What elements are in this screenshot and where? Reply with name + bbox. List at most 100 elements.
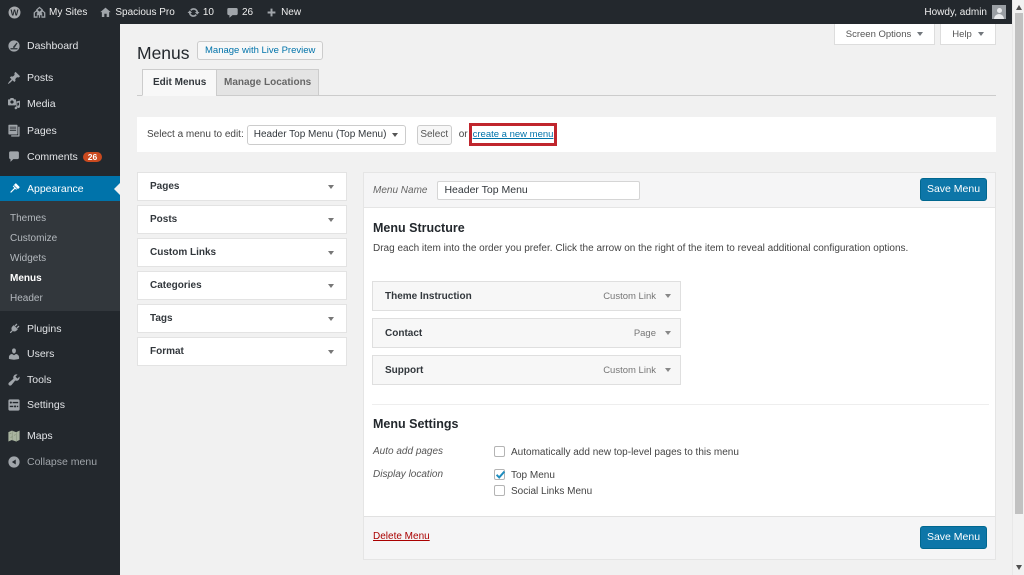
accordion-section-categories[interactable]: Categories bbox=[137, 271, 347, 300]
accordion-toggle-icon[interactable] bbox=[328, 316, 334, 321]
manage-with-live-preview-button[interactable]: Manage with Live Preview bbox=[197, 41, 324, 60]
panel-footer: Delete Menu Save Menu bbox=[364, 516, 995, 559]
user-avatar[interactable] bbox=[992, 5, 1006, 19]
sidebar-item-appearance[interactable]: Appearance bbox=[0, 176, 120, 201]
menu-editor-panel: Menu Name Save Menu Menu Structure Drag … bbox=[363, 172, 996, 560]
menu-name-label: Menu Name bbox=[373, 184, 428, 196]
accordion-toggle-icon[interactable] bbox=[328, 283, 334, 288]
sidebar-item-label: Media bbox=[27, 98, 56, 110]
sidebar-item-label: Pages bbox=[27, 125, 57, 137]
page-title: Menus bbox=[137, 43, 190, 63]
sidebar-item-tools[interactable]: Tools bbox=[0, 367, 120, 393]
sidebar-item-label: Collapse menu bbox=[27, 456, 98, 468]
menu-item-support[interactable]: Support Custom Link bbox=[372, 355, 681, 385]
sidebar-item-media[interactable]: Media bbox=[0, 91, 120, 117]
scrollbar-down-arrow-icon[interactable] bbox=[1016, 565, 1022, 570]
accordion-toggle-icon[interactable] bbox=[328, 184, 334, 189]
auto-add-pages-checkbox[interactable] bbox=[494, 446, 505, 457]
menu-item-contact[interactable]: Contact Page bbox=[372, 318, 681, 348]
menu-item-toggle-icon[interactable] bbox=[665, 368, 671, 372]
social-links-menu-checkbox[interactable] bbox=[494, 485, 505, 496]
dropdown-arrow-icon bbox=[391, 132, 398, 137]
menu-item-theme-instruction[interactable]: Theme Instruction Custom Link bbox=[372, 281, 681, 311]
dashboard-icon bbox=[7, 39, 21, 53]
site-menu[interactable]: Spacious Pro bbox=[93, 0, 180, 24]
menu-item-toggle-icon[interactable] bbox=[665, 331, 671, 335]
menu-structure-title: Menu Structure bbox=[373, 221, 465, 235]
sidebar-item-label: Dashboard bbox=[27, 40, 79, 52]
sidebar-collapse-menu[interactable]: Collapse menu bbox=[0, 449, 120, 475]
tab-manage-locations[interactable]: Manage Locations bbox=[216, 69, 320, 96]
menu-item-type: Custom Link bbox=[603, 364, 656, 376]
accordion-section-format[interactable]: Format bbox=[137, 337, 347, 366]
top-menu-option-label: Top Menu bbox=[511, 470, 555, 481]
accordion-toggle-icon[interactable] bbox=[328, 349, 334, 354]
submenu-item-customize[interactable]: Customize bbox=[0, 229, 120, 249]
menu-select-bar: Select a menu to edit: Header Top Menu (… bbox=[137, 117, 996, 152]
accordion-section-custom-links[interactable]: Custom Links bbox=[137, 238, 347, 267]
accordion-toggle-icon[interactable] bbox=[328, 217, 334, 222]
menu-name-input[interactable] bbox=[437, 180, 641, 200]
accordion-title: Pages bbox=[150, 181, 180, 192]
my-sites-icon bbox=[33, 6, 46, 19]
sidebar-item-label: Tools bbox=[27, 374, 52, 386]
submenu-item-themes[interactable]: Themes bbox=[0, 209, 120, 229]
sidebar-item-maps[interactable]: Maps bbox=[0, 423, 120, 449]
accordion-section-pages[interactable]: Pages bbox=[137, 172, 347, 201]
wordpress-logo-menu[interactable]: W bbox=[0, 0, 27, 24]
auto-add-pages-label: Auto add pages bbox=[373, 446, 444, 457]
sidebar-item-pages[interactable]: Pages bbox=[0, 118, 120, 144]
top-menu-checkbox[interactable] bbox=[494, 469, 506, 480]
my-sites-menu[interactable]: My Sites bbox=[27, 0, 93, 24]
sidebar-item-dashboard[interactable]: Dashboard bbox=[0, 33, 120, 59]
menu-select-value: Header Top Menu (Top Menu) bbox=[253, 129, 387, 140]
auto-add-pages-option-label: Automatically add new top-level pages to… bbox=[511, 447, 739, 458]
comments-count: 26 bbox=[241, 6, 254, 18]
users-icon bbox=[7, 347, 21, 361]
plus-icon bbox=[265, 6, 278, 19]
new-menu[interactable]: New bbox=[259, 0, 307, 24]
sidebar-item-plugins[interactable]: Plugins bbox=[0, 316, 120, 342]
howdy-admin-label[interactable]: Howdy, admin bbox=[924, 7, 987, 18]
sidebar-item-label: Posts bbox=[27, 72, 54, 84]
or-text: or bbox=[458, 129, 468, 140]
screen-options-button[interactable]: Screen Options bbox=[834, 24, 935, 45]
display-location-label: Display location bbox=[373, 469, 444, 480]
select-button[interactable]: Select bbox=[416, 124, 452, 145]
scrollbar-thumb[interactable] bbox=[1015, 13, 1023, 514]
screen-options-label: Screen Options bbox=[845, 28, 912, 40]
plugins-icon bbox=[7, 322, 21, 336]
menu-select-dropdown[interactable]: Header Top Menu (Top Menu) bbox=[246, 124, 406, 145]
updates-count: 10 bbox=[202, 6, 214, 18]
tools-wrench-icon bbox=[7, 373, 21, 387]
social-links-option-label: Social Links Menu bbox=[511, 486, 593, 497]
sidebar-item-settings[interactable]: Settings bbox=[0, 392, 120, 418]
sidebar-item-label: Users bbox=[27, 348, 55, 360]
tab-edit-menus[interactable]: Edit Menus bbox=[142, 69, 218, 96]
content-area: Screen Options Help Menus Manage with Li… bbox=[120, 24, 1012, 575]
delete-menu-link[interactable]: Delete Menu bbox=[373, 531, 430, 542]
appearance-brush-icon bbox=[7, 182, 21, 196]
accordion-toggle-icon[interactable] bbox=[328, 250, 334, 255]
create-new-menu-link[interactable]: create a new menu bbox=[473, 129, 554, 140]
accordion-section-tags[interactable]: Tags bbox=[137, 304, 347, 333]
vertical-scrollbar[interactable] bbox=[1012, 0, 1024, 575]
comments-menu[interactable]: 26 bbox=[220, 0, 259, 24]
scrollbar-up-arrow-icon[interactable] bbox=[1016, 5, 1022, 10]
maps-icon bbox=[7, 429, 21, 443]
menu-item-label: Support bbox=[385, 364, 424, 376]
help-button[interactable]: Help bbox=[940, 24, 996, 45]
menu-item-toggle-icon[interactable] bbox=[665, 294, 671, 298]
sidebar-item-comments[interactable]: Comments 26 bbox=[0, 144, 120, 170]
sidebar-item-users[interactable]: Users bbox=[0, 341, 120, 367]
annotation-highlight-box: create a new menu bbox=[468, 123, 558, 146]
accordion-section-posts[interactable]: Posts bbox=[137, 205, 347, 234]
updates-menu[interactable]: 10 bbox=[181, 0, 220, 24]
sidebar-item-posts[interactable]: Posts bbox=[0, 65, 120, 91]
sidebar-item-label: Plugins bbox=[27, 323, 62, 335]
submenu-item-header[interactable]: Header bbox=[0, 289, 120, 309]
save-menu-button-bottom[interactable]: Save Menu bbox=[920, 526, 987, 549]
submenu-item-widgets[interactable]: Widgets bbox=[0, 249, 120, 269]
submenu-item-menus[interactable]: Menus bbox=[0, 269, 120, 289]
save-menu-button-top[interactable]: Save Menu bbox=[920, 178, 987, 201]
